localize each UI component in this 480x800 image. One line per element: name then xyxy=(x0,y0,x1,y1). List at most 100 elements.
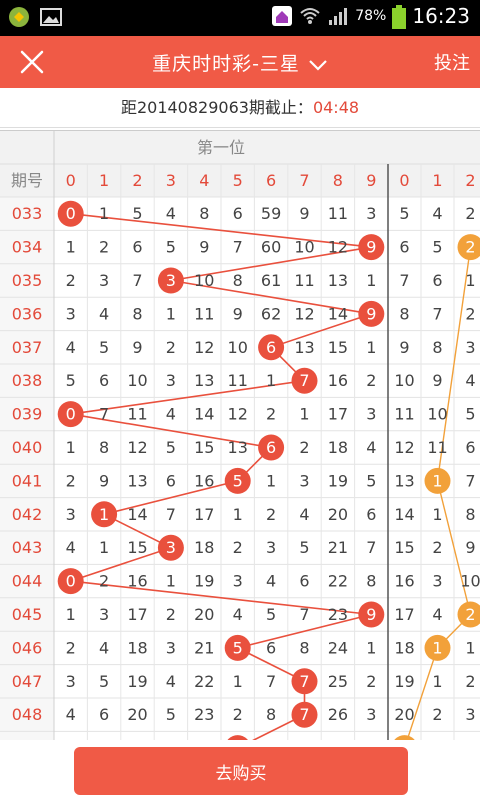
miss-count: 11 xyxy=(194,304,214,323)
miss-count: 20 xyxy=(328,505,348,524)
miss-count: 1 xyxy=(465,271,475,290)
miss-count: 1 xyxy=(66,605,76,624)
miss-count: 2 xyxy=(432,705,442,724)
miss-count: 3 xyxy=(465,338,475,357)
home-shortcut-icon xyxy=(271,5,293,27)
miss-count: 12 xyxy=(127,438,147,457)
miss-count: 5 xyxy=(66,371,76,390)
period-cell: 041 xyxy=(12,471,43,490)
period-cell: 045 xyxy=(12,605,43,624)
miss-count: 2 xyxy=(66,271,76,290)
miss-count: 60 xyxy=(261,238,281,257)
miss-count: 3 xyxy=(366,405,376,424)
digit-header: 8 xyxy=(333,171,343,190)
hit-ball-number: 9 xyxy=(366,605,376,624)
miss-count: 4 xyxy=(432,204,442,223)
digit-header: 3 xyxy=(166,171,176,190)
app-notification-icon xyxy=(8,6,30,28)
miss-count: 11 xyxy=(127,405,147,424)
miss-count: 23 xyxy=(328,605,348,624)
period-cell: 048 xyxy=(12,705,43,724)
miss-count: 3 xyxy=(166,371,176,390)
hit-ball-number: 9 xyxy=(366,304,376,323)
miss-count: 26 xyxy=(328,705,348,724)
app-screen: 78% 16:23 重庆时时彩-三星 投注 距20140829063期截止：04… xyxy=(0,0,480,800)
miss-count: 62 xyxy=(261,304,281,323)
miss-count: 10 xyxy=(394,371,414,390)
page-title: 重庆时时彩-三星 xyxy=(152,53,300,75)
miss-count: 1 xyxy=(432,505,442,524)
miss-count: 2 xyxy=(366,371,376,390)
lottery-type-selector[interactable]: 重庆时时彩-三星 xyxy=(0,49,480,76)
group-title: 第一位 xyxy=(197,138,245,157)
miss-count: 15 xyxy=(394,538,414,557)
miss-count: 4 xyxy=(366,438,376,457)
miss-count: 4 xyxy=(432,605,442,624)
miss-count: 6 xyxy=(266,638,276,657)
miss-count: 7 xyxy=(132,271,142,290)
miss-count: 10 xyxy=(127,371,147,390)
miss-count: 11 xyxy=(294,271,314,290)
miss-count: 3 xyxy=(366,204,376,223)
miss-count: 1 xyxy=(366,338,376,357)
miss-count: 4 xyxy=(266,572,276,591)
hit-ball-number: 1 xyxy=(432,471,442,490)
miss-count: 10 xyxy=(228,338,248,357)
digit-header: 4 xyxy=(199,171,209,190)
miss-count: 2 xyxy=(166,605,176,624)
miss-count: 23 xyxy=(194,705,214,724)
miss-count: 8 xyxy=(266,705,276,724)
hit-ball-number: 0 xyxy=(66,405,76,424)
clock: 16:23 xyxy=(412,4,470,28)
miss-count: 10 xyxy=(294,238,314,257)
miss-count: 7 xyxy=(166,505,176,524)
miss-count: 6 xyxy=(399,238,409,257)
miss-count: 3 xyxy=(99,605,109,624)
miss-count: 59 xyxy=(261,204,281,223)
miss-count: 6 xyxy=(233,204,243,223)
miss-count: 15 xyxy=(194,438,214,457)
miss-count: 6 xyxy=(99,371,109,390)
hit-ball-number: 2 xyxy=(465,238,475,257)
miss-count: 4 xyxy=(166,405,176,424)
miss-count: 19 xyxy=(194,572,214,591)
miss-count: 20 xyxy=(394,705,414,724)
app-header: 重庆时时彩-三星 投注 xyxy=(0,36,480,88)
digit-header: 0 xyxy=(399,171,409,190)
miss-count: 11 xyxy=(394,405,414,424)
miss-count: 13 xyxy=(294,338,314,357)
miss-count: 9 xyxy=(99,471,109,490)
miss-count: 8 xyxy=(233,271,243,290)
miss-count: 15 xyxy=(127,538,147,557)
miss-count: 2 xyxy=(66,638,76,657)
bottom-bar: 去购买 xyxy=(0,740,480,800)
miss-count: 3 xyxy=(366,705,376,724)
miss-count: 3 xyxy=(266,538,276,557)
miss-count: 2 xyxy=(432,538,442,557)
miss-count: 7 xyxy=(399,271,409,290)
miss-count: 9 xyxy=(465,538,475,557)
miss-count: 4 xyxy=(66,538,76,557)
period-cell: 043 xyxy=(12,538,43,557)
miss-count: 13 xyxy=(328,271,348,290)
miss-count: 11 xyxy=(427,438,447,457)
trend-chart[interactable]: 第一位 期号 0 1 2 3 4 5 6 7 8 9 0 1 2 033 0 1 5 4 8 6 59 9 11 3 5 4 2 034 1… xyxy=(0,130,480,740)
miss-count: 3 xyxy=(233,572,243,591)
period-cell: 047 xyxy=(12,672,43,691)
miss-count: 3 xyxy=(66,672,76,691)
miss-count: 8 xyxy=(199,204,209,223)
buy-button[interactable]: 去购买 xyxy=(74,747,408,795)
hit-ball-number: 7 xyxy=(299,705,309,724)
miss-count: 4 xyxy=(99,638,109,657)
miss-count: 3 xyxy=(166,638,176,657)
period-cell: 040 xyxy=(12,438,43,457)
hit-ball-number: 5 xyxy=(233,471,243,490)
miss-count: 15 xyxy=(328,338,348,357)
digit-header: 2 xyxy=(465,171,475,190)
miss-count: 2 xyxy=(66,471,76,490)
miss-count: 8 xyxy=(399,304,409,323)
bet-button[interactable]: 投注 xyxy=(434,49,470,75)
miss-count: 13 xyxy=(228,438,248,457)
period-cell: 035 xyxy=(12,271,43,290)
miss-count: 1 xyxy=(432,672,442,691)
